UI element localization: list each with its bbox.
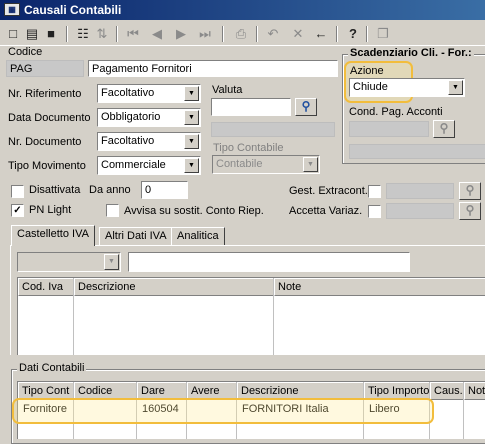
scadenziario-title: Scadenziario Cli. - For.: <box>348 47 474 59</box>
next-record-icon[interactable]: ▶ <box>172 25 190 43</box>
data-documento-label: Data Documento <box>8 112 91 124</box>
dati-contabili-title: Dati Contabili <box>17 362 87 374</box>
data-documento-value: Obbligatorio <box>101 111 161 123</box>
toolbar-separator <box>66 26 68 42</box>
chevron-down-icon[interactable]: ▼ <box>184 134 199 149</box>
grid-column-line <box>18 278 74 355</box>
chevron-down-icon[interactable]: ▼ <box>184 110 199 125</box>
da-anno-label: Da anno <box>89 184 131 196</box>
da-anno-field[interactable]: 0 <box>141 181 188 199</box>
new-icon[interactable]: □ <box>4 25 22 43</box>
valuta-description-field <box>211 122 335 137</box>
window-title: Causali Contabili <box>24 3 122 17</box>
nr-documento-value: Facoltativo <box>101 135 155 147</box>
cond-pag-description-field <box>349 144 485 159</box>
window-app-icon: ▦ <box>4 3 20 16</box>
help-icon[interactable]: ? <box>344 25 362 43</box>
azione-select[interactable]: Chiude ▼ <box>349 78 465 97</box>
toolbar-separator <box>366 26 368 42</box>
sort-icon[interactable]: ⇅ <box>93 25 111 43</box>
accetta-variaz-checkbox[interactable] <box>368 205 381 218</box>
cond-pag-acconti-label: Cond. Pag. Acconti <box>349 106 443 118</box>
col-note[interactable]: Note <box>464 382 485 400</box>
toolbar: □ ▤ ■ ☷ ⇅ ⏮ ◀ ▶ ⏭ ⎙ ↶ ✕ ← ? ❐ <box>0 22 485 46</box>
azione-label: Azione <box>350 65 384 77</box>
azione-value: Chiude <box>353 81 388 93</box>
find-icon[interactable]: ☷ <box>74 25 92 43</box>
disattivata-label: Disattivata <box>29 184 81 196</box>
accetta-variaz-search-icon[interactable]: ⚲ <box>459 202 481 220</box>
copy-icon[interactable]: ❐ <box>374 25 392 43</box>
delete-icon[interactable]: ✕ <box>289 25 307 43</box>
row-highlight <box>12 398 434 424</box>
nr-documento-select[interactable]: Facoltativo ▼ <box>97 132 201 151</box>
data-documento-select[interactable]: Obbligatorio ▼ <box>97 108 201 127</box>
toolbar-separator <box>256 26 258 42</box>
tab-castelletto-iva[interactable]: Castelletto IVA <box>11 225 95 246</box>
toolbar-separator <box>336 26 338 42</box>
tab-analitica[interactable]: Analitica <box>171 227 225 246</box>
cond-pag-acconti-field[interactable] <box>349 121 429 137</box>
tipo-movimento-select[interactable]: Commerciale ▼ <box>97 156 201 175</box>
descrizione-field[interactable]: Pagamento Fornitori <box>88 60 338 77</box>
title-bar: ▦ Causali Contabili <box>0 0 485 20</box>
gest-extracont-field[interactable] <box>386 183 454 199</box>
toolbar-separator <box>222 26 224 42</box>
valuta-field[interactable] <box>211 98 291 116</box>
tipo-contabile-select[interactable]: Contabile ▼ <box>212 155 320 174</box>
grid-column-line <box>74 278 274 355</box>
accetta-variaz-field[interactable] <box>386 203 454 219</box>
codice-label: Codice <box>8 46 43 58</box>
pn-light-label: PN Light <box>29 204 72 216</box>
avvisa-checkbox[interactable] <box>106 204 119 217</box>
iva-col-note[interactable]: Note <box>274 278 485 296</box>
open-icon[interactable]: ▤ <box>23 25 41 43</box>
codice-field[interactable]: PAG <box>6 60 84 77</box>
chevron-down-icon[interactable]: ▼ <box>303 157 318 172</box>
exit-icon[interactable]: ← <box>312 25 330 43</box>
valuta-search-icon[interactable]: ⚲ <box>295 98 317 116</box>
tipo-movimento-value: Commerciale <box>101 159 166 171</box>
nr-riferimento-value: Facoltativo <box>101 87 155 99</box>
chevron-down-icon[interactable]: ▼ <box>104 254 119 270</box>
gest-extracont-label: Gest. Extracont. <box>289 185 368 197</box>
print-icon[interactable]: ⎙ <box>232 25 250 43</box>
gest-extracont-search-icon[interactable]: ⚲ <box>459 182 481 200</box>
toolbar-separator <box>116 26 118 42</box>
first-record-icon[interactable]: ⏮ <box>124 25 142 43</box>
nr-riferimento-label: Nr. Riferimento <box>8 88 82 100</box>
last-record-icon[interactable]: ⏭ <box>196 25 214 43</box>
nr-documento-label: Nr. Documento <box>8 136 82 148</box>
valuta-label: Valuta <box>212 84 243 96</box>
previous-record-icon[interactable]: ◀ <box>148 25 166 43</box>
iva-filter-text[interactable] <box>128 252 410 272</box>
pn-light-checkbox[interactable]: ✓ <box>11 204 24 217</box>
cond-pag-search-icon[interactable]: ⚲ <box>433 120 455 138</box>
chevron-down-icon[interactable]: ▼ <box>448 80 463 95</box>
tipo-movimento-label: Tipo Movimento <box>8 160 86 172</box>
nr-riferimento-select[interactable]: Facoltativo ▼ <box>97 84 201 103</box>
gest-extracont-checkbox[interactable] <box>368 185 381 198</box>
disattivata-checkbox[interactable] <box>11 185 24 198</box>
undo-icon[interactable]: ↶ <box>264 25 282 43</box>
tipo-contabile-label: Tipo Contabile <box>213 142 284 154</box>
tipo-contabile-value: Contabile <box>216 158 263 170</box>
iva-filter-select[interactable]: ▼ <box>17 252 121 272</box>
iva-grid[interactable]: Cod. Iva Descrizione Note <box>17 277 485 355</box>
accetta-variaz-label: Accetta Variaz. <box>289 205 363 217</box>
chevron-down-icon[interactable]: ▼ <box>184 158 199 173</box>
avvisa-label: Avvisa su sostit. Conto Riep. <box>124 205 264 217</box>
chevron-down-icon[interactable]: ▼ <box>184 86 199 101</box>
save-icon[interactable]: ■ <box>42 25 60 43</box>
tab-altri-dati-iva[interactable]: Altri Dati IVA <box>99 227 173 246</box>
